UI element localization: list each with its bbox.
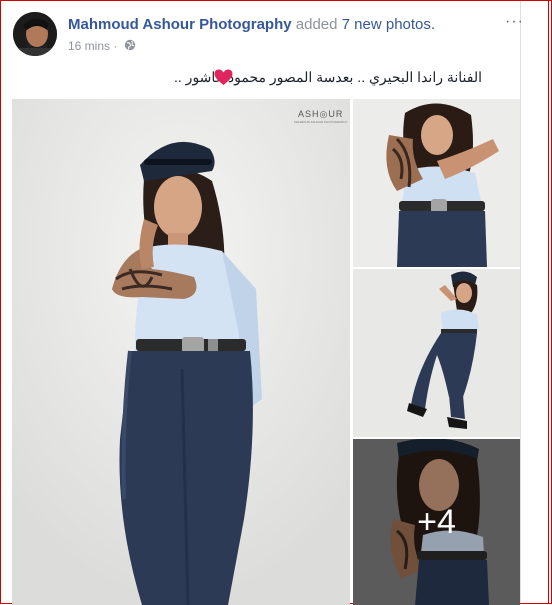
feed-post: Mahmoud Ashour Photography added 7 new p… [1,1,524,605]
meta-separator: · [113,39,118,53]
photo-thumb-3[interactable] [353,269,520,437]
globe-icon[interactable] [124,39,136,54]
post-header: Mahmoud Ashour Photography added 7 new p… [68,16,435,33]
watermark-subtitle: MAHMOUD ASHOUR PHOTOGRAPHY [294,120,348,124]
photo-full-body-pose [353,269,520,437]
heart-icon [214,69,233,91]
timestamp[interactable]: 16 mins [68,39,110,53]
watermark-logo: ASH◎UR [298,109,344,119]
photo-portrait-standing [12,99,350,605]
photographer-watermark: ASH◎UR MAHMOUD ASHOUR PHOTOGRAPHY [294,109,347,124]
photo-main[interactable]: ASH◎UR MAHMOUD ASHOUR PHOTOGRAPHY [12,99,350,605]
frame-edge [548,0,549,604]
more-photos-overlay[interactable]: +4 [353,439,520,605]
author-name[interactable]: Mahmoud Ashour Photography [68,16,292,33]
photo-thumb-4-more[interactable]: +4 [353,439,520,605]
avatar[interactable] [13,12,57,56]
photo-thumb-2[interactable] [353,99,520,267]
post-meta: 16 mins · [68,39,136,54]
more-options-button[interactable]: ··· [505,13,524,31]
post-action: added [295,16,338,33]
photo-count-link[interactable]: 7 new photos. [342,16,435,33]
photo-portrait-arms-crossed [353,99,520,267]
avatar-portrait [13,12,57,56]
